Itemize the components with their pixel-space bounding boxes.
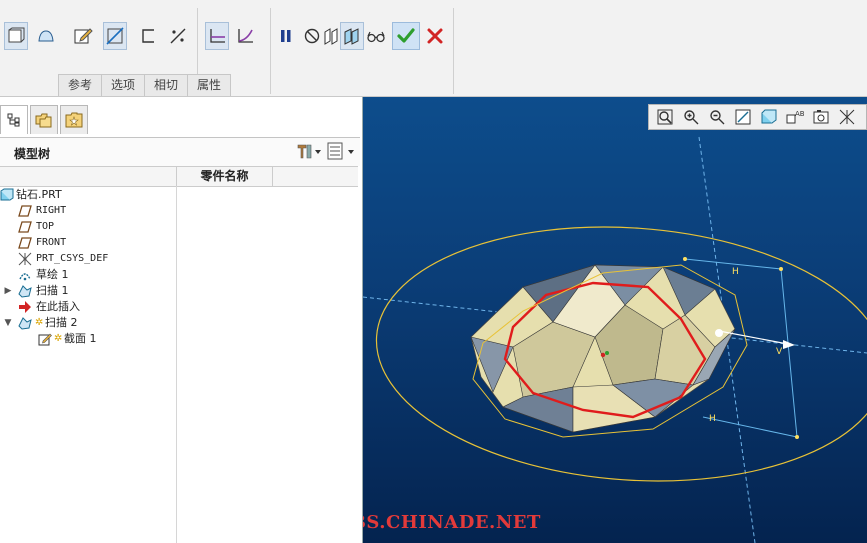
sketch-edit-icon[interactable] xyxy=(71,22,95,50)
watermark-text: BBS.CHINADE.NET xyxy=(363,512,541,533)
variable-section-icon[interactable] xyxy=(233,22,257,50)
insert-here-icon xyxy=(19,301,31,313)
verify-glasses-icon[interactable] xyxy=(364,22,388,50)
part-icon xyxy=(0,188,14,201)
navigator-panel: 模型树 零件名称 钻石.PRT RIGHT TOP FRONT PRT_CSYS… xyxy=(0,97,363,543)
tree-item-right[interactable]: RIGHT xyxy=(0,203,176,219)
tab-properties[interactable]: 属性 xyxy=(187,74,232,96)
cancel-x-icon[interactable] xyxy=(423,22,447,50)
refit-icon[interactable] xyxy=(654,107,675,127)
tree-item-label: 扫描 1 xyxy=(36,284,69,297)
trajectory-icon[interactable] xyxy=(103,22,127,50)
tree-item-label: TOP xyxy=(36,221,55,232)
tree-item-label: PRT_CSYS_DEF xyxy=(36,253,109,264)
dimension-label-h-top: H xyxy=(732,267,739,277)
csys-icon xyxy=(18,252,32,266)
tree-item-top[interactable]: TOP xyxy=(0,219,176,235)
tree-item-label: 在此插入 xyxy=(36,300,80,313)
tree-item-sketch[interactable]: 草绘 1 xyxy=(0,267,176,283)
tree-item-label: 草绘 1 xyxy=(36,268,69,281)
sweep-icon xyxy=(18,285,32,298)
favorites-tab[interactable] xyxy=(60,105,88,134)
datum-plane-icon xyxy=(18,205,32,217)
column-header-part-name[interactable]: 零件名称 xyxy=(177,167,273,186)
svg-text:AB: AB xyxy=(795,110,804,118)
start-point-handle xyxy=(715,329,723,337)
tab-tangency[interactable]: 相切 xyxy=(144,74,189,96)
open-section-icon[interactable] xyxy=(137,22,161,50)
tree-item-label: FRONT xyxy=(36,237,67,248)
diamond-body xyxy=(470,264,736,433)
sweep-icon xyxy=(18,317,32,330)
tree-item-sweep-2[interactable]: ▼ ✲ 扫描 2 xyxy=(0,315,176,331)
pause-icon[interactable] xyxy=(274,22,298,50)
collapse-arrow-icon[interactable]: ▼ xyxy=(3,315,13,331)
saved-views-icon[interactable]: AB xyxy=(784,107,805,127)
model-tree: 钻石.PRT RIGHT TOP FRONT PRT_CSYS_DEF 草绘 1… xyxy=(0,187,176,347)
view-toolbar: AB xyxy=(648,104,867,130)
view-manager-icon[interactable] xyxy=(810,107,831,127)
model-tree-tab[interactable] xyxy=(0,105,28,134)
diamond-sweep-preview[interactable] xyxy=(363,97,867,543)
tree-item-sweep-1[interactable]: ▶ 扫描 1 xyxy=(0,283,176,299)
model-tree-title: 模型树 xyxy=(14,147,51,161)
sketch-icon xyxy=(19,273,31,281)
surface-icon[interactable] xyxy=(34,22,58,50)
apply-check-icon[interactable] xyxy=(392,22,420,50)
settings-icon[interactable] xyxy=(296,142,322,163)
active-feature-star-icon: ✲ xyxy=(35,317,44,328)
favorites-icon xyxy=(65,112,83,128)
dimension-label-v: V xyxy=(776,347,783,357)
solid-icon[interactable] xyxy=(4,22,28,50)
folder-browser-tab[interactable] xyxy=(30,105,58,134)
tree-item-label: 扫描 2 xyxy=(45,316,78,329)
display-style-icon[interactable] xyxy=(758,107,779,127)
attached-preview-icon[interactable] xyxy=(340,22,364,50)
expand-arrow-icon[interactable]: ▶ xyxy=(3,283,13,299)
repaint-icon[interactable] xyxy=(732,107,753,127)
active-feature-star-icon: ✲ xyxy=(54,333,63,344)
tree-item-csys[interactable]: PRT_CSYS_DEF xyxy=(0,251,176,267)
tree-item-insert-here[interactable]: 在此插入 xyxy=(0,299,176,315)
dimension-label-h-bottom: H xyxy=(709,414,716,424)
tab-references[interactable]: 参考 xyxy=(58,74,103,96)
tab-options[interactable]: 选项 xyxy=(101,74,146,96)
zoom-in-icon[interactable] xyxy=(680,107,701,127)
folder-browser-icon xyxy=(35,113,52,128)
show-icon[interactable] xyxy=(326,142,356,163)
model-tree-icon xyxy=(7,113,20,127)
datum-plane-icon xyxy=(18,221,32,233)
feature-dashboard: 参考 选项 相切 属性 xyxy=(0,0,867,97)
tree-item-label: 钻石.PRT xyxy=(16,188,62,201)
constant-section-icon[interactable] xyxy=(166,22,190,50)
tree-item-section[interactable]: ✲ 截面 1 xyxy=(0,331,176,347)
section-icon xyxy=(38,333,52,346)
datum-plane-icon xyxy=(18,237,32,249)
zoom-out-icon[interactable] xyxy=(706,107,727,127)
tree-item-label: 截面 1 xyxy=(64,332,97,345)
datum-display-icon[interactable] xyxy=(836,107,857,127)
tree-item-part[interactable]: 钻石.PRT xyxy=(0,187,176,203)
graphics-viewport[interactable]: H H V AB BBS.CHINADE.NET xyxy=(363,97,867,543)
tree-item-front[interactable]: FRONT xyxy=(0,235,176,251)
normal-to-trajectory-icon[interactable] xyxy=(205,22,229,50)
tree-item-label: RIGHT xyxy=(36,205,67,216)
